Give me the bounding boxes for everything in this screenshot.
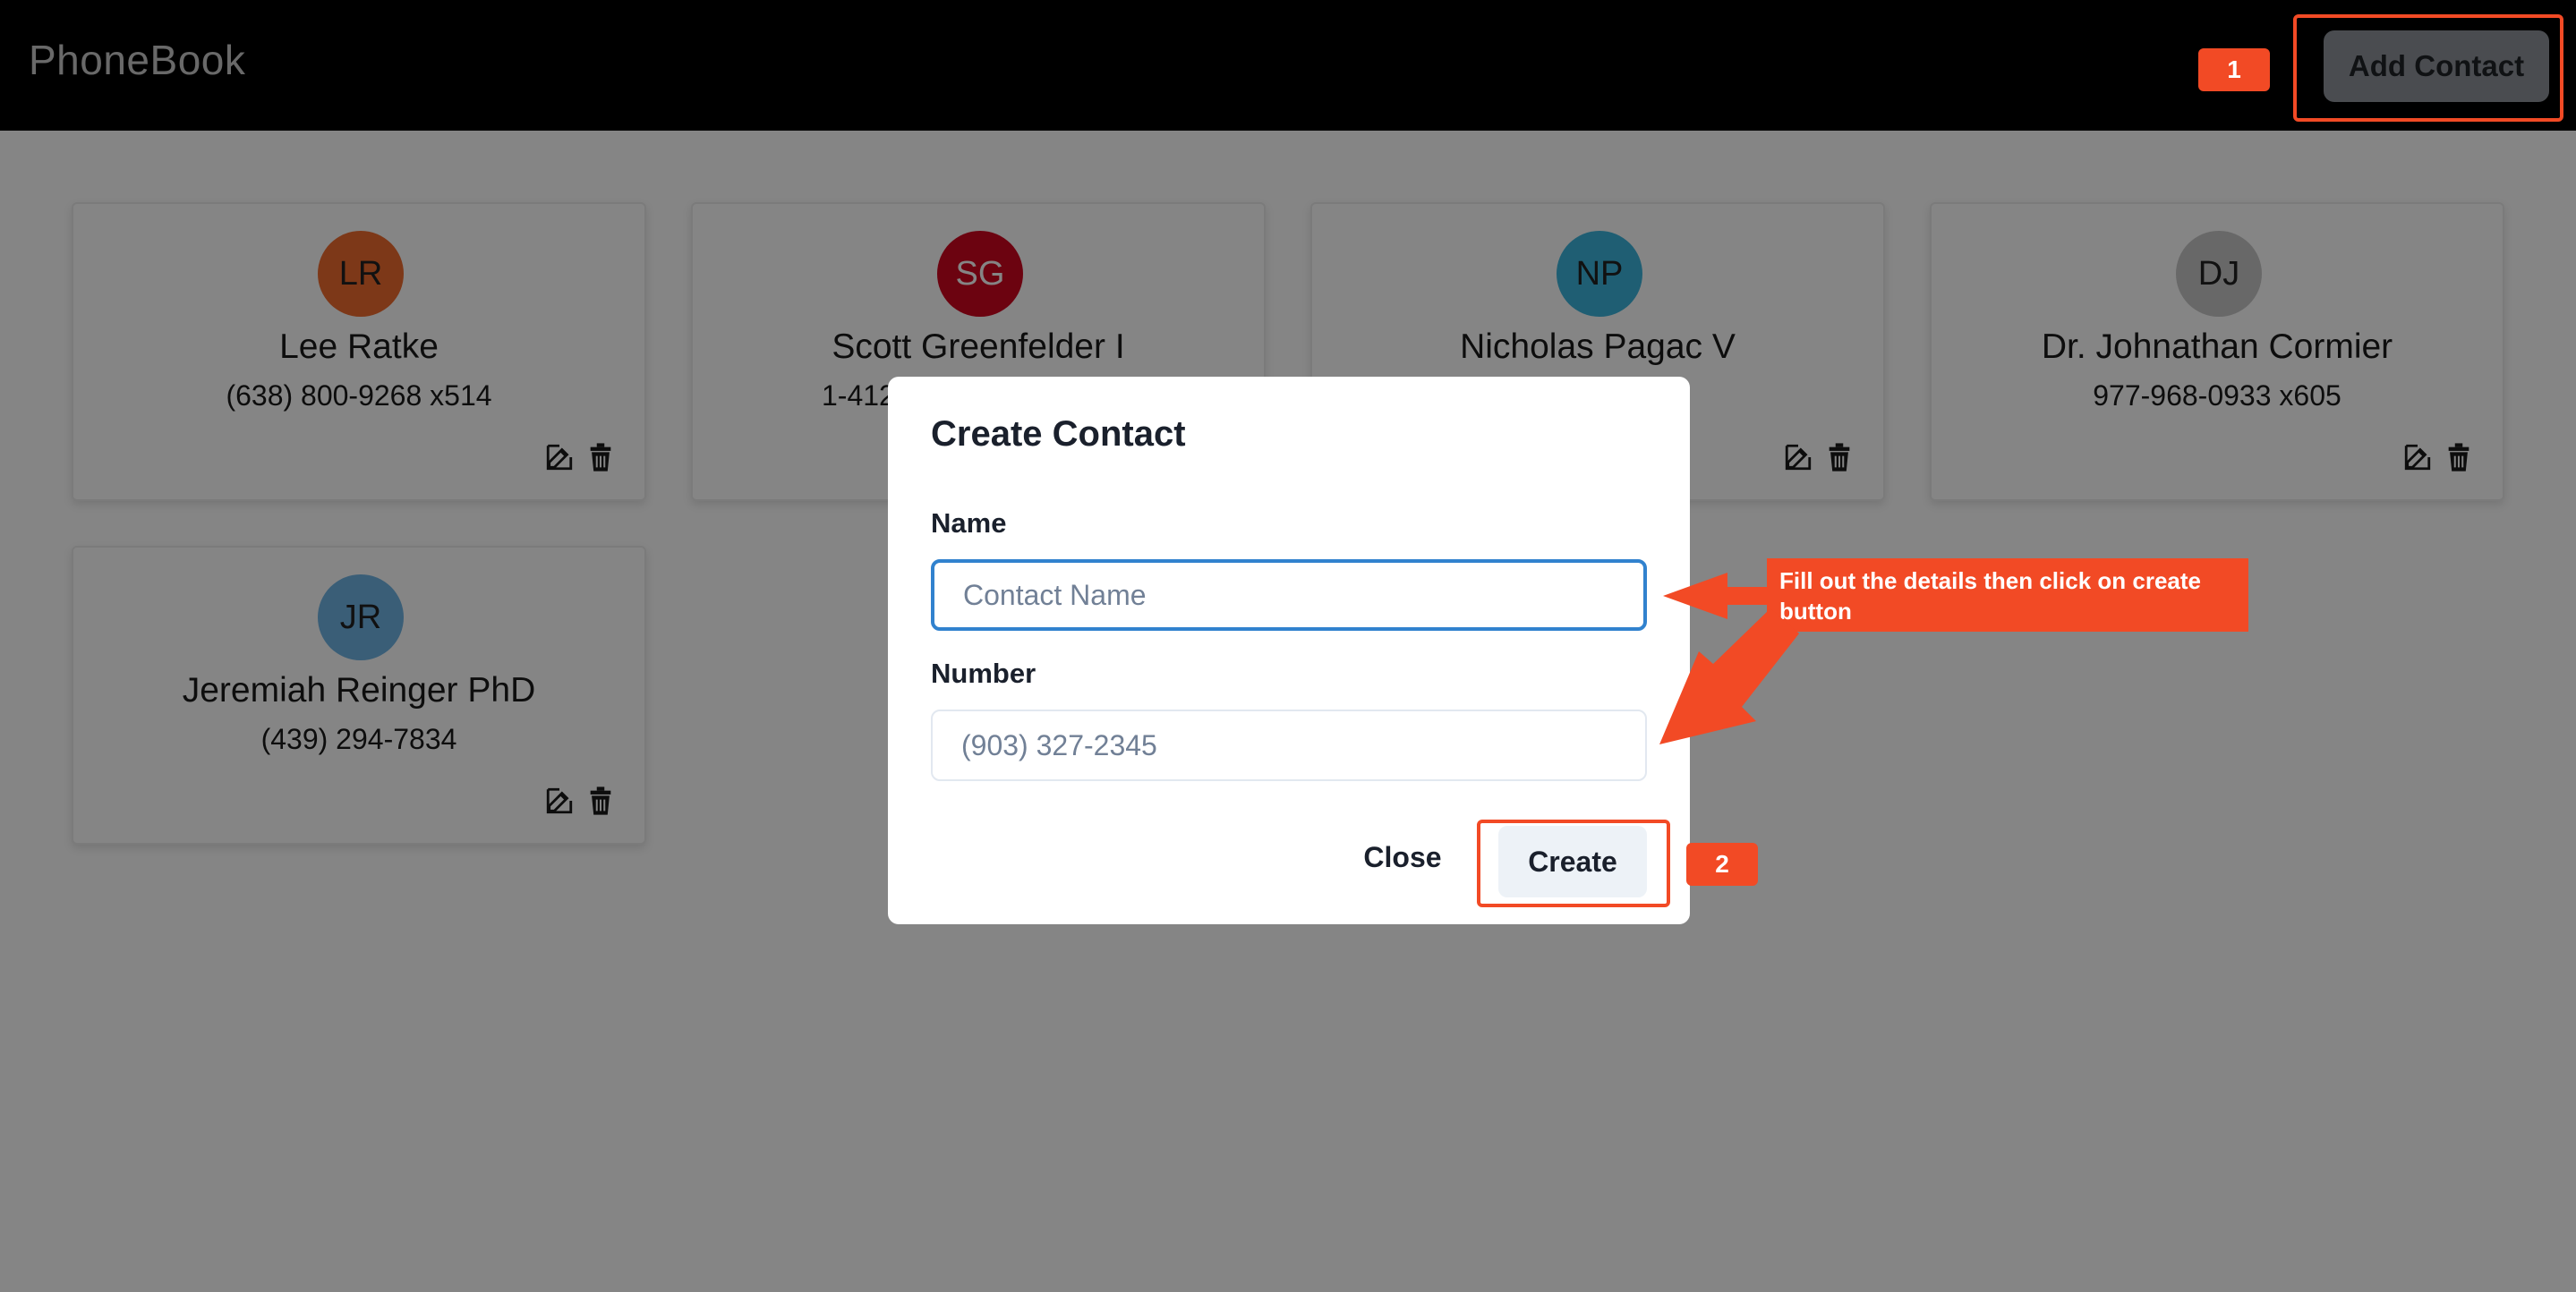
number-label: Number <box>931 658 1036 689</box>
modal-title: Create Contact <box>931 414 1186 454</box>
close-button[interactable]: Close <box>1353 826 1452 888</box>
number-input[interactable] <box>931 710 1647 781</box>
highlight-create <box>1477 820 1670 907</box>
highlight-add-contact <box>2293 14 2563 122</box>
step-badge-2: 2 <box>1686 843 1758 886</box>
step-badge-1: 1 <box>2198 48 2270 91</box>
phonebook-app: PhoneBook Add Contact LR Lee Ratke (638)… <box>0 0 2576 1292</box>
name-label: Name <box>931 507 1007 539</box>
name-input[interactable] <box>931 559 1647 631</box>
instruction-callout: Fill out the details then click on creat… <box>1767 558 2248 632</box>
